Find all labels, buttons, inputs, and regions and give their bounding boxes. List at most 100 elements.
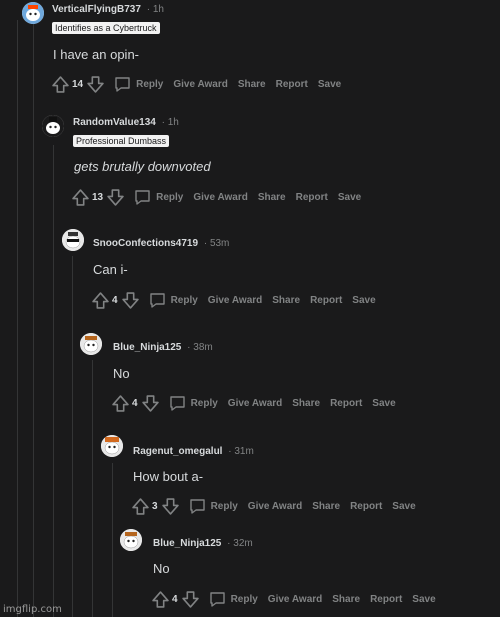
- save-button[interactable]: Save: [338, 192, 361, 203]
- give-award-button[interactable]: Give Award: [173, 79, 227, 90]
- username[interactable]: Ragenut_omegalul · 31m: [133, 446, 254, 457]
- reply-label: Reply: [230, 594, 258, 605]
- give-award-button[interactable]: Give Award: [208, 295, 262, 306]
- thread-rail[interactable]: [112, 463, 113, 617]
- avatar[interactable]: [42, 115, 64, 137]
- thread-rail[interactable]: [17, 20, 18, 617]
- report-button[interactable]: Report: [370, 594, 402, 605]
- user-flair: Professional Dumbass: [73, 135, 170, 147]
- username[interactable]: Blue_Ninja125 · 32m: [153, 538, 253, 549]
- time-text: 38m: [193, 342, 213, 353]
- reply-button[interactable]: Reply: [209, 592, 258, 607]
- upvote-icon[interactable]: [72, 189, 89, 206]
- comment-actions: 3 Reply Give Award Share Report Save: [132, 498, 416, 515]
- downvote-icon[interactable]: [141, 395, 159, 412]
- give-award-button[interactable]: Give Award: [228, 398, 282, 409]
- share-button[interactable]: Share: [312, 501, 340, 512]
- chat-bubble-icon: [135, 190, 150, 205]
- reply-button[interactable]: Reply: [114, 77, 163, 92]
- report-button[interactable]: Report: [276, 79, 308, 90]
- comment-actions: 13 Reply Give Award Share Report Save: [72, 189, 361, 206]
- username[interactable]: Blue_Ninja125 · 38m: [113, 342, 213, 353]
- reply-button[interactable]: Reply: [169, 396, 218, 411]
- report-button[interactable]: Report: [350, 501, 382, 512]
- give-award-button[interactable]: Give Award: [248, 501, 302, 512]
- downvote-icon[interactable]: [87, 76, 104, 93]
- save-button[interactable]: Save: [412, 594, 435, 605]
- comment-actions: 4 Reply Give Award Share Report Save: [152, 591, 436, 608]
- user-flair: Identifies as a Cybertruck: [52, 22, 160, 34]
- imgflip-watermark: imgflip.com: [3, 604, 62, 615]
- reply-label: Reply: [170, 295, 198, 306]
- comment-body: gets brutally downvoted: [74, 159, 211, 174]
- reply-label: Reply: [190, 398, 218, 409]
- username-text[interactable]: SnooConfections4719: [93, 238, 198, 249]
- reply-button[interactable]: Reply: [189, 499, 238, 514]
- save-button[interactable]: Save: [352, 295, 375, 306]
- snoo-avatar-icon: [101, 435, 123, 457]
- snoo-avatar-icon: [42, 115, 64, 137]
- thread-rail[interactable]: [53, 145, 54, 617]
- chat-bubble-icon: [209, 592, 225, 607]
- thread-rail[interactable]: [92, 360, 93, 617]
- report-button[interactable]: Report: [296, 192, 328, 203]
- report-button[interactable]: Report: [330, 398, 362, 409]
- timestamp: · 31m: [225, 446, 254, 457]
- snoo-avatar-icon: [120, 529, 142, 551]
- username-text[interactable]: VerticalFlyingB737: [52, 4, 141, 15]
- downvote-icon[interactable]: [107, 189, 124, 206]
- avatar[interactable]: [101, 435, 123, 457]
- username-text[interactable]: Blue_Ninja125: [113, 342, 181, 353]
- avatar[interactable]: [80, 333, 102, 355]
- avatar[interactable]: [120, 529, 142, 551]
- give-award-button[interactable]: Give Award: [193, 192, 247, 203]
- reply-button[interactable]: Reply: [134, 190, 183, 205]
- upvote-icon[interactable]: [52, 76, 69, 93]
- avatar[interactable]: [22, 2, 44, 24]
- give-award-button[interactable]: Give Award: [268, 594, 322, 605]
- upvote-icon[interactable]: [132, 498, 149, 515]
- vote-score: 4: [112, 295, 118, 306]
- username-text[interactable]: Ragenut_omegalul: [133, 446, 222, 457]
- save-button[interactable]: Save: [318, 79, 341, 90]
- share-button[interactable]: Share: [258, 192, 286, 203]
- thread-rail[interactable]: [33, 20, 34, 617]
- downvote-icon[interactable]: [181, 591, 199, 608]
- timestamp: · 53m: [201, 238, 230, 249]
- avatar[interactable]: [62, 229, 84, 251]
- time-text: 1h: [167, 117, 179, 128]
- snoo-avatar-icon: [22, 2, 44, 24]
- downvote-icon[interactable]: [161, 498, 179, 515]
- time-separator: ·: [187, 342, 191, 353]
- timestamp: · 1h: [144, 4, 164, 15]
- comment-thread: VerticalFlyingB737 · 1h Identifies as a …: [0, 0, 500, 617]
- upvote-icon[interactable]: [112, 395, 129, 412]
- vote-score: 4: [132, 398, 138, 409]
- time-separator: ·: [228, 446, 232, 457]
- upvote-icon[interactable]: [92, 292, 109, 309]
- username[interactable]: VerticalFlyingB737 · 1h: [52, 4, 164, 15]
- chat-bubble-icon: [169, 396, 185, 411]
- time-separator: ·: [227, 538, 231, 549]
- share-button[interactable]: Share: [272, 295, 300, 306]
- username-text[interactable]: RandomValue134: [73, 117, 156, 128]
- username[interactable]: SnooConfections4719 · 53m: [93, 238, 229, 249]
- reply-button[interactable]: Reply: [149, 293, 198, 308]
- username[interactable]: RandomValue134 · 1h: [73, 117, 179, 128]
- share-button[interactable]: Share: [332, 594, 360, 605]
- username-text[interactable]: Blue_Ninja125: [153, 538, 221, 549]
- share-button[interactable]: Share: [292, 398, 320, 409]
- time-separator: ·: [146, 4, 151, 15]
- time-text: 32m: [233, 538, 253, 549]
- downvote-icon[interactable]: [121, 292, 139, 309]
- thread-rail[interactable]: [72, 256, 73, 617]
- time-text: 53m: [209, 238, 230, 249]
- share-button[interactable]: Share: [238, 79, 266, 90]
- time-separator: ·: [203, 238, 208, 249]
- upvote-icon[interactable]: [152, 591, 169, 608]
- save-button[interactable]: Save: [392, 501, 415, 512]
- chat-bubble-icon: [149, 293, 165, 308]
- comment-body: Can i-: [93, 262, 128, 277]
- save-button[interactable]: Save: [372, 398, 395, 409]
- report-button[interactable]: Report: [310, 295, 342, 306]
